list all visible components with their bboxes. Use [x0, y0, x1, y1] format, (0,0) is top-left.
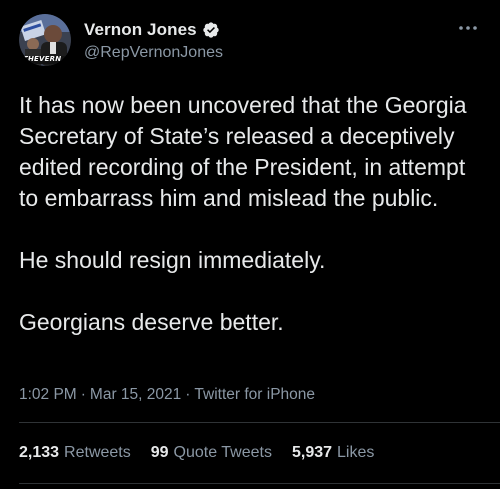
meta-separator: ·	[80, 386, 86, 403]
tweet-paragraph: He should resign immediately.	[19, 247, 326, 273]
tweet-source[interactable]: Twitter for iPhone	[194, 386, 315, 404]
display-name-row: Vernon Jones	[84, 19, 223, 41]
tweet-paragraph: Georgians deserve better.	[19, 309, 284, 335]
tweet-text: It has now been uncovered that the Georg…	[19, 90, 489, 338]
retweets-stat[interactable]: 2,133 Retweets	[19, 444, 131, 462]
likes-label: Likes	[337, 444, 375, 461]
tweet-time[interactable]: 1:02 PM	[19, 386, 77, 404]
retweets-label: Retweets	[64, 444, 131, 461]
likes-stat[interactable]: 5,937 Likes	[292, 444, 374, 462]
avatar[interactable]: THEVERN	[19, 14, 71, 66]
tweet-header: THEVERN Vernon Jones @RepVernonJones	[19, 14, 481, 66]
user-names: Vernon Jones @RepVernonJones	[84, 19, 223, 62]
display-name[interactable]: Vernon Jones	[84, 20, 197, 40]
tweet-paragraph: It has now been uncovered that the Georg…	[19, 92, 467, 211]
more-options-icon[interactable]	[455, 18, 481, 38]
divider	[19, 422, 500, 423]
likes-count: 5,937	[291, 444, 333, 461]
tweet-stats: 2,133 Retweets 99 Quote Tweets 5,937 Lik…	[19, 444, 374, 462]
user-handle[interactable]: @RepVernonJones	[84, 44, 223, 62]
divider	[19, 483, 500, 484]
avatar-text: THEVERN	[23, 55, 62, 63]
meta-separator: ·	[185, 386, 191, 403]
tweet-date[interactable]: Mar 15, 2021	[90, 386, 181, 404]
quote-tweets-stat[interactable]: 99 Quote Tweets	[151, 444, 272, 462]
tweet-meta: 1:02 PM · Mar 15, 2021 · Twitter for iPh…	[19, 386, 315, 404]
tweet-card: THEVERN Vernon Jones @RepVernonJones It …	[0, 0, 500, 489]
quote-tweets-label: Quote Tweets	[173, 444, 272, 461]
quote-tweets-count: 99	[150, 444, 169, 461]
retweets-count: 2,133	[19, 444, 60, 461]
verified-badge-icon	[202, 21, 220, 39]
